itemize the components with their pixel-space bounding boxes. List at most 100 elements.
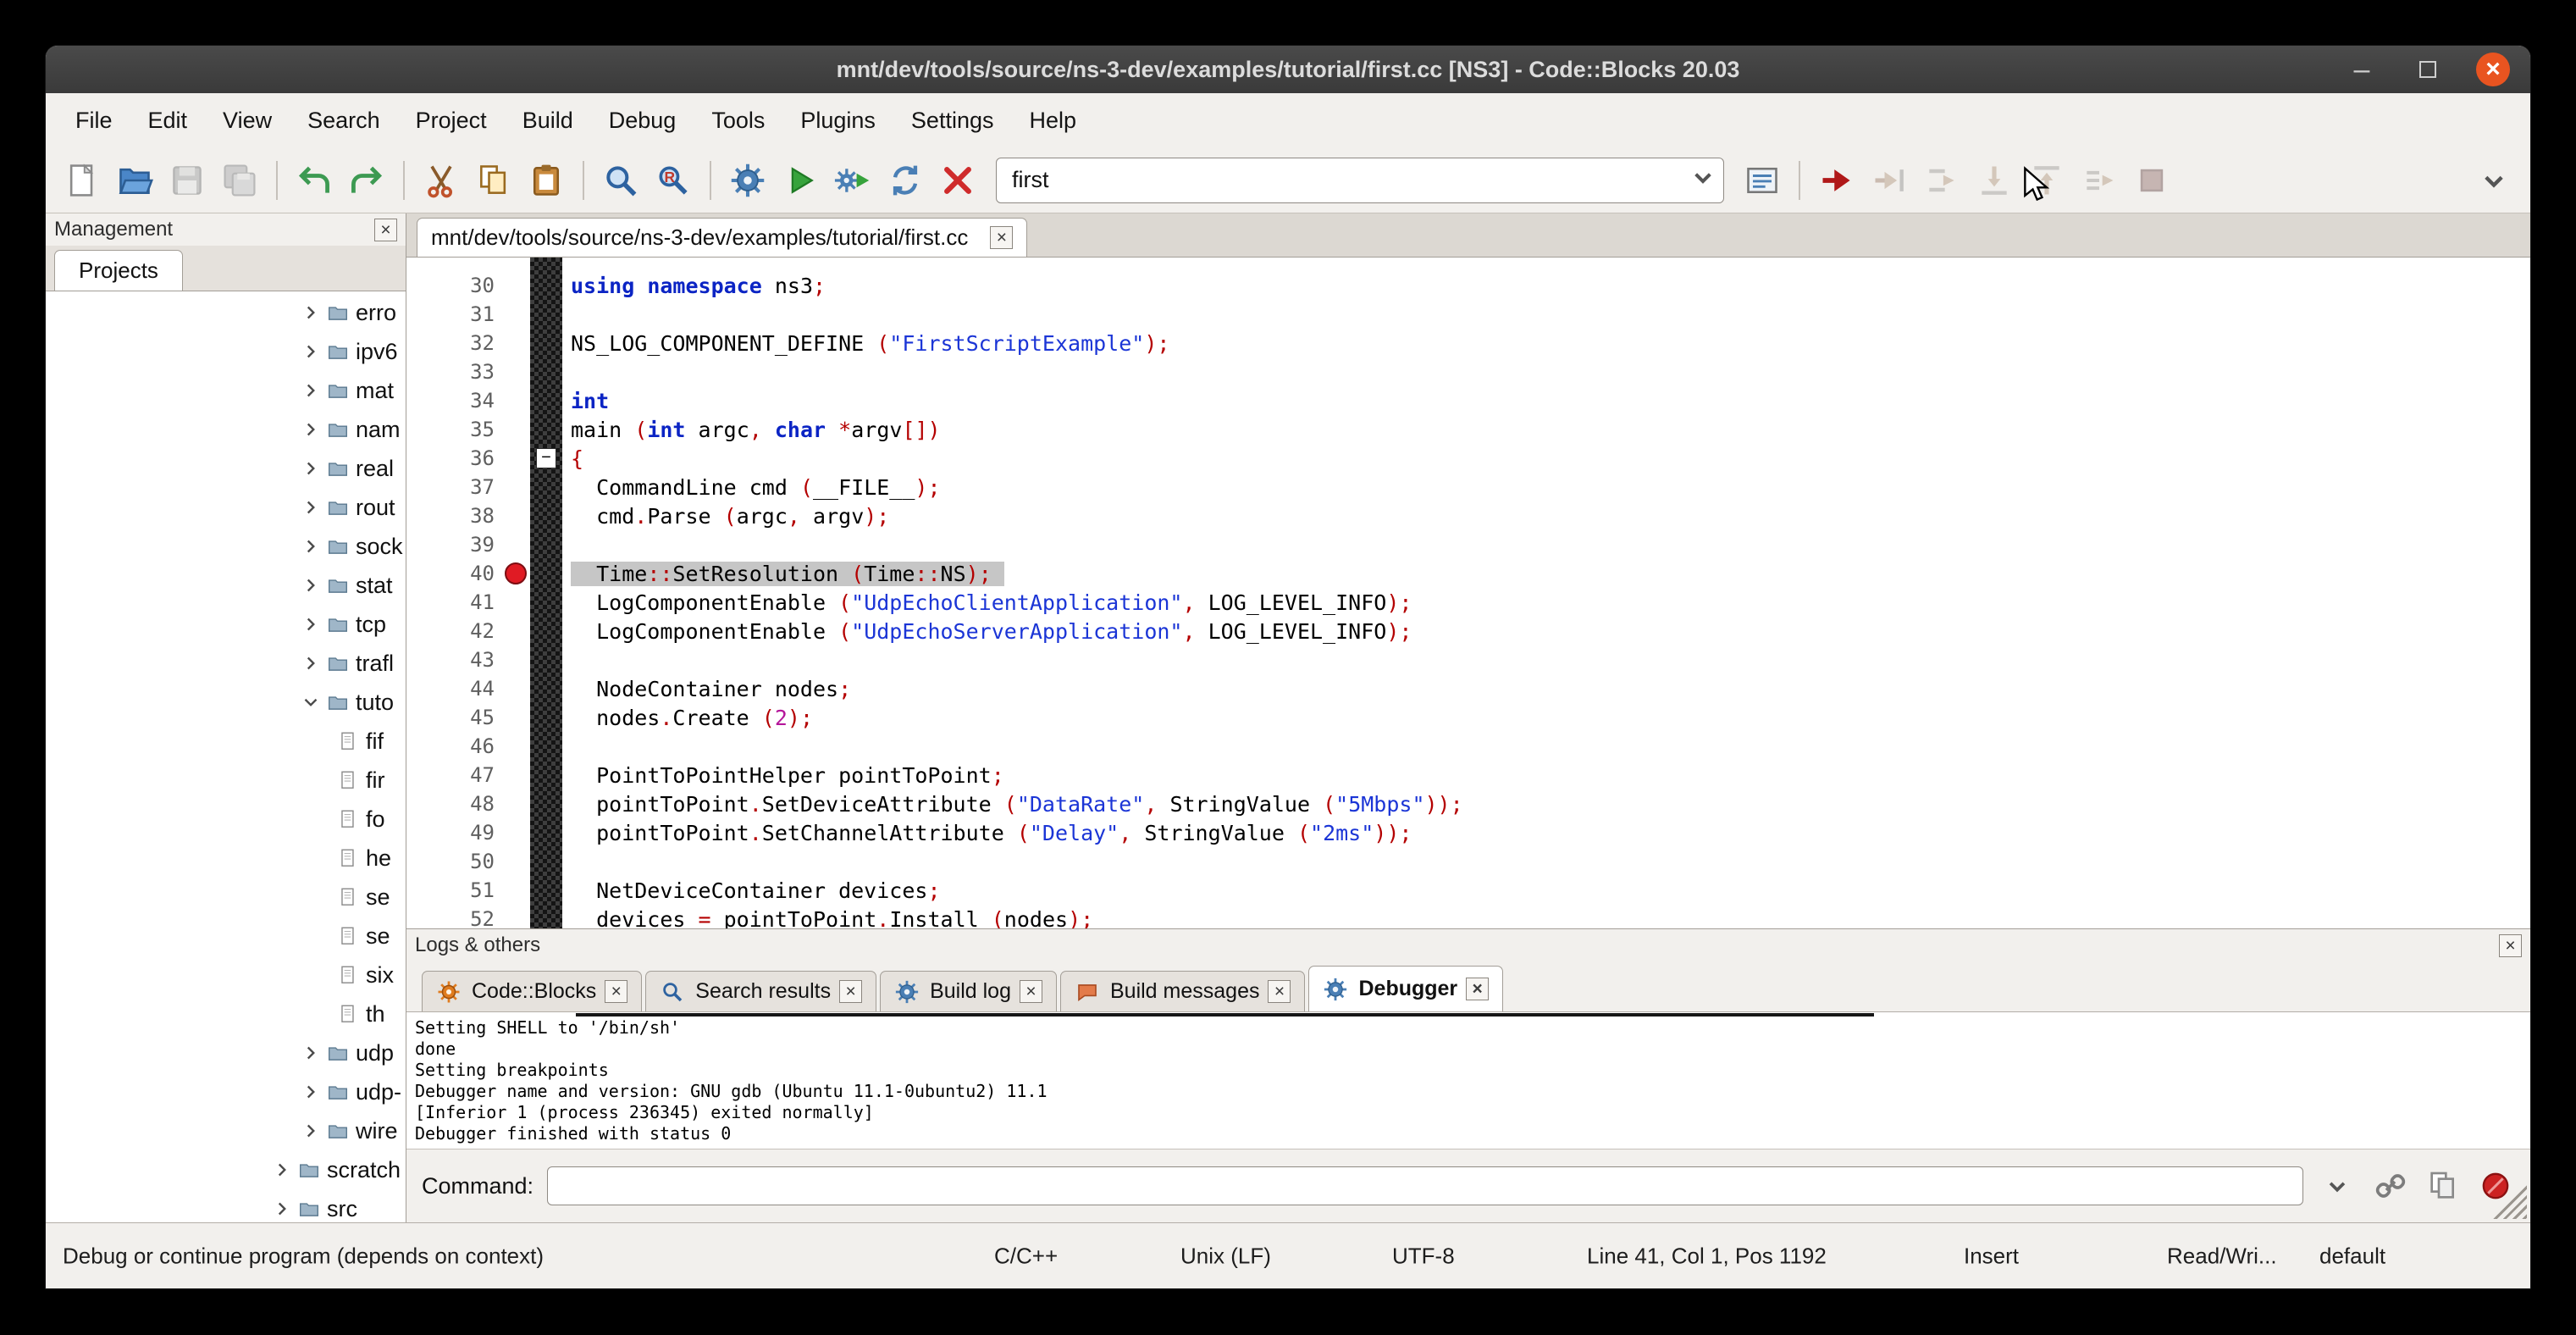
fold-margin[interactable] — [530, 847, 562, 876]
chevron-right-icon[interactable] — [300, 341, 322, 363]
line-number[interactable]: 47 — [406, 763, 530, 787]
fold-margin[interactable]: − — [530, 444, 562, 473]
logs-close-icon[interactable]: × — [2499, 934, 2522, 957]
log-tab-code-blocks[interactable]: Code::Blocks× — [422, 971, 642, 1011]
tab-close-icon[interactable]: × — [605, 980, 627, 1003]
line-number[interactable]: 49 — [406, 821, 530, 845]
find-button[interactable] — [596, 156, 645, 205]
fold-margin[interactable] — [530, 501, 562, 530]
tree-item-udp[interactable]: udp — [46, 1033, 406, 1072]
line-number[interactable]: 37 — [406, 475, 530, 499]
menu-file[interactable]: File — [58, 93, 130, 147]
tree-item-tuto[interactable]: tuto — [46, 683, 406, 722]
next-line-button[interactable] — [1917, 156, 1966, 205]
chevron-right-icon[interactable] — [300, 418, 322, 440]
editor-tab-first-cc[interactable]: mnt/dev/tools/source/ns-3-dev/examples/t… — [417, 218, 1027, 257]
line-number[interactable]: 41 — [406, 590, 530, 614]
menu-edit[interactable]: Edit — [130, 93, 206, 147]
undo-button[interactable] — [290, 156, 339, 205]
fold-margin[interactable] — [530, 386, 562, 415]
fold-margin[interactable] — [530, 588, 562, 617]
copy-button[interactable] — [469, 156, 518, 205]
tree-item-nam[interactable]: nam — [46, 410, 406, 449]
fold-margin[interactable] — [530, 674, 562, 703]
line-number[interactable]: 36 — [406, 446, 530, 470]
menu-plugins[interactable]: Plugins — [782, 93, 893, 147]
line-number[interactable]: 42 — [406, 619, 530, 643]
line-number[interactable]: 45 — [406, 706, 530, 729]
rebuild-button[interactable] — [881, 156, 930, 205]
chevron-down-icon[interactable] — [300, 691, 322, 713]
tree-item-src[interactable]: src — [46, 1189, 406, 1222]
tab-close-icon[interactable]: × — [1466, 978, 1489, 1000]
stop-debugger-button[interactable] — [2127, 156, 2176, 205]
log-tab-search-results[interactable]: Search results× — [645, 971, 876, 1011]
tree-item-six[interactable]: six — [46, 956, 406, 994]
line-number[interactable]: 39 — [406, 533, 530, 557]
line-number[interactable]: 43 — [406, 648, 530, 672]
step-into-button[interactable] — [1970, 156, 2019, 205]
fold-margin[interactable] — [530, 357, 562, 386]
titlebar[interactable]: mnt/dev/tools/source/ns-3-dev/examples/t… — [46, 46, 2530, 93]
tree-item-he[interactable]: he — [46, 839, 406, 878]
tree-item-wire[interactable]: wire — [46, 1111, 406, 1150]
save-all-button[interactable] — [215, 156, 264, 205]
fold-margin[interactable] — [530, 300, 562, 329]
fold-margin[interactable] — [530, 645, 562, 674]
log-tab-build-messages[interactable]: Build messages× — [1060, 971, 1305, 1011]
menu-build[interactable]: Build — [505, 93, 591, 147]
line-number[interactable]: 32 — [406, 331, 530, 355]
new-file-button[interactable] — [58, 156, 107, 205]
menu-tools[interactable]: Tools — [694, 93, 782, 147]
paste-button[interactable] — [522, 156, 571, 205]
build-and-run-button[interactable] — [828, 156, 877, 205]
chevron-right-icon[interactable] — [300, 379, 322, 402]
line-number[interactable]: 51 — [406, 878, 530, 902]
tree-item-scratch[interactable]: scratch — [46, 1150, 406, 1189]
next-instruction-button[interactable] — [2075, 156, 2124, 205]
chevron-right-icon[interactable] — [300, 652, 322, 674]
tree-item-tcp[interactable]: tcp — [46, 605, 406, 644]
log-tab-build-log[interactable]: Build log× — [880, 971, 1057, 1011]
fold-margin[interactable] — [530, 876, 562, 905]
tree-item-se[interactable]: se — [46, 917, 406, 956]
chevron-right-icon[interactable] — [300, 302, 322, 324]
code-editor[interactable]: 30using namespace ns3;3132NS_LOG_COMPONE… — [406, 258, 2530, 928]
line-number[interactable]: 30 — [406, 274, 530, 297]
tree-item-ipv6[interactable]: ipv6 — [46, 332, 406, 371]
tree-item-th[interactable]: th — [46, 994, 406, 1033]
open-file-button[interactable] — [110, 156, 159, 205]
menu-search[interactable]: Search — [290, 93, 398, 147]
menu-settings[interactable]: Settings — [893, 93, 1012, 147]
tree-item-sock[interactable]: sock — [46, 527, 406, 566]
run-button[interactable] — [776, 156, 825, 205]
fold-margin[interactable] — [530, 905, 562, 928]
tree-item-fif[interactable]: fif — [46, 722, 406, 761]
fold-margin[interactable] — [530, 703, 562, 732]
line-number[interactable]: 44 — [406, 677, 530, 701]
line-number[interactable]: 34 — [406, 389, 530, 413]
tree-item-se[interactable]: se — [46, 878, 406, 917]
editor-tab-close-icon[interactable]: × — [990, 226, 1013, 249]
tab-close-icon[interactable]: × — [1020, 980, 1042, 1003]
line-number[interactable]: 46 — [406, 734, 530, 758]
close-button[interactable]: × — [2476, 53, 2510, 86]
replace-button[interactable]: R — [649, 156, 698, 205]
tree-item-trafl[interactable]: trafl — [46, 644, 406, 683]
fold-margin[interactable] — [530, 617, 562, 645]
maximize-button[interactable] — [2410, 52, 2446, 87]
tree-item-udp[interactable]: udp- — [46, 1072, 406, 1111]
chevron-right-icon[interactable] — [300, 1120, 322, 1142]
menu-view[interactable]: View — [205, 93, 290, 147]
chevron-right-icon[interactable] — [300, 457, 322, 479]
line-number[interactable]: 31 — [406, 302, 530, 326]
fold-margin[interactable] — [530, 530, 562, 559]
tree-item-stat[interactable]: stat — [46, 566, 406, 605]
debug-continue-button[interactable] — [1812, 156, 1861, 205]
copy-icon[interactable] — [2424, 1166, 2463, 1205]
chevron-right-icon[interactable] — [300, 613, 322, 635]
chevron-right-icon[interactable] — [300, 1081, 322, 1103]
select-target-button[interactable] — [1738, 156, 1787, 205]
line-number[interactable]: 33 — [406, 360, 530, 384]
run-to-cursor-button[interactable] — [1865, 156, 1914, 205]
